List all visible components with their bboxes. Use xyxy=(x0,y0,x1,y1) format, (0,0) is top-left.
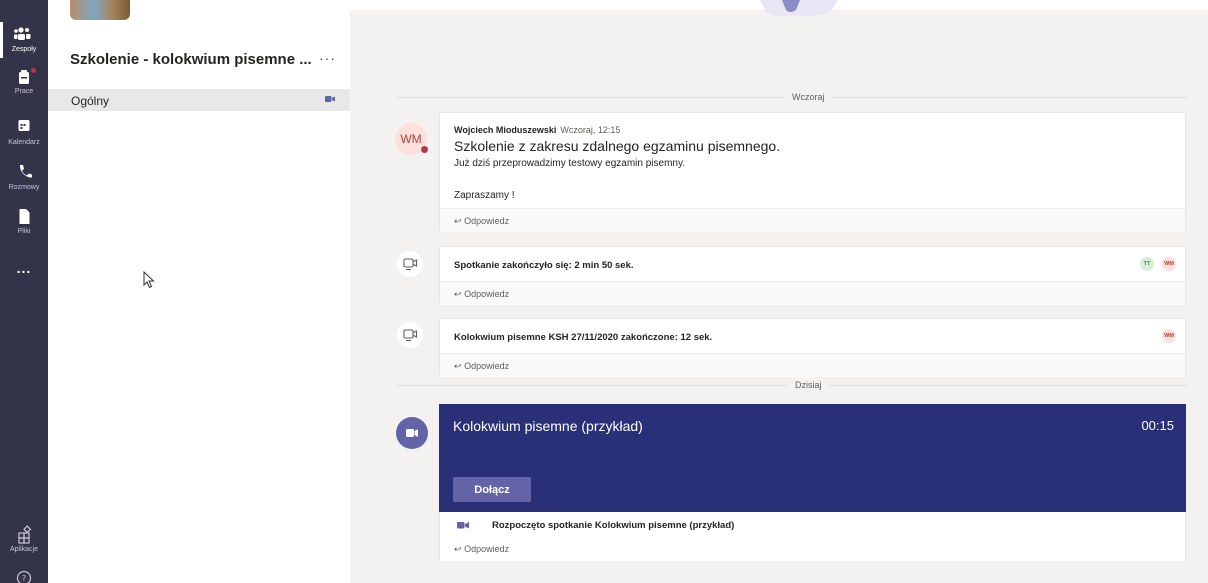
channel-name: Ogólny xyxy=(71,94,110,108)
mouse-cursor-icon xyxy=(143,271,155,289)
reply-button[interactable]: ↩ Odpowiedz xyxy=(440,281,1185,305)
reply-label: Odpowiedz xyxy=(464,544,510,554)
rail-item-label: Rozmowy xyxy=(8,184,40,191)
channel-panel: Szkolenie - kolokwium pisemne ... ··· Og… xyxy=(48,0,350,583)
calendar-icon xyxy=(18,120,30,131)
meeting-title: Kolokwium pisemne (przykład) xyxy=(453,418,643,434)
rail-item-assignments[interactable]: Prace xyxy=(0,67,48,96)
presence-busy-icon xyxy=(420,145,429,154)
rail-item-label: Pliki xyxy=(17,228,31,235)
notification-badge xyxy=(31,68,36,73)
rail-item-label: Kalendarz xyxy=(8,139,40,146)
join-meeting-button[interactable]: Dołącz xyxy=(453,477,531,502)
reply-arrow-icon: ↩ xyxy=(454,289,462,299)
reply-label: Odpowiedz xyxy=(464,361,510,371)
meeting-started-text[interactable]: Rozpoczęto spotkanie Kolokwium pisemne (… xyxy=(492,520,734,531)
video-camera-icon xyxy=(457,522,469,529)
reply-button[interactable]: ↩ Odpowiedz xyxy=(440,537,1185,561)
rail-item-calls[interactable]: Rozmowy xyxy=(0,163,48,192)
meeting-icon xyxy=(397,251,423,277)
participant-avatar[interactable]: TT xyxy=(1140,257,1154,271)
team-name[interactable]: Szkolenie - kolokwium pisemne ... xyxy=(70,51,312,68)
date-divider-label: Dzisiaj xyxy=(787,380,830,390)
team-more-options-button[interactable]: ··· xyxy=(319,50,336,66)
assignments-icon xyxy=(19,70,29,84)
rail-item-apps[interactable]: Aplikacje xyxy=(0,525,48,554)
meeting-summary[interactable]: Spotkanie zakończyło się: 2 min 50 sek. xyxy=(454,260,634,271)
rail-item-files[interactable]: Pliki xyxy=(0,207,48,236)
channel-illustration xyxy=(760,0,838,17)
channel-feed: Wczoraj WM Wojciech Mioduszewski Wczoraj,… xyxy=(350,0,1208,583)
more-apps-button[interactable]: ... xyxy=(0,260,48,276)
post-card: Wojciech Mioduszewski Wczoraj, 12:15 Szko… xyxy=(439,112,1186,232)
post-subject: Szkolenie z zakresu zdalnego egzaminu pi… xyxy=(454,138,781,154)
reply-label: Odpowiedz xyxy=(464,216,510,226)
reply-button[interactable]: ↩ Odpowiedz xyxy=(440,353,1185,377)
meeting-ended-card: Spotkanie zakończyło się: 2 min 50 sek. … xyxy=(439,246,1186,305)
reply-arrow-icon: ↩ xyxy=(454,544,462,554)
participant-avatar[interactable]: WM xyxy=(1162,257,1176,271)
meeting-timer: 00:15 xyxy=(1141,418,1174,433)
reply-button[interactable]: ↩ Odpowiedz xyxy=(440,208,1185,232)
phone-icon xyxy=(19,165,32,178)
post-timestamp: Wczoraj, 12:15 xyxy=(560,125,621,135)
post-body-line: Zapraszamy ! xyxy=(454,190,515,201)
post-body-line: Już dziś przeprowadzimy testowy egzamin … xyxy=(454,158,686,169)
rail-item-calendar[interactable]: Kalendarz xyxy=(0,118,48,147)
live-meeting-card: Kolokwium pisemne (przykład) 00:15 Dołąc… xyxy=(439,404,1186,512)
live-meeting-avatar xyxy=(396,417,428,449)
meeting-ended-card: Kolokwium pisemne KSH 27/11/2020 zakończ… xyxy=(439,318,1186,377)
rail-item-teams[interactable]: Zespoły xyxy=(0,25,48,54)
file-icon xyxy=(19,209,30,224)
rail-item-label: Prace xyxy=(14,88,34,95)
reply-arrow-icon: ↩ xyxy=(454,361,462,371)
video-camera-icon xyxy=(403,329,418,342)
rail-item-label: Zespoły xyxy=(11,46,37,53)
reply-arrow-icon: ↩ xyxy=(454,216,462,226)
rail-item-label: Aplikacje xyxy=(9,546,38,553)
video-camera-icon xyxy=(406,429,418,437)
channel-item-general[interactable]: Ogólny xyxy=(48,89,350,111)
video-camera-icon xyxy=(403,258,418,271)
video-camera-icon xyxy=(325,96,335,102)
participant-avatar[interactable]: WM xyxy=(1162,329,1176,343)
meeting-icon xyxy=(397,322,423,348)
svg-text:?: ? xyxy=(22,574,26,583)
help-icon[interactable]: ? xyxy=(16,570,32,583)
meeting-summary[interactable]: Kolokwium pisemne KSH 27/11/2020 zakończ… xyxy=(454,332,712,343)
teams-icon xyxy=(14,27,31,40)
post-author: Wojciech Mioduszewski Wczoraj, 12:15 xyxy=(454,125,620,135)
reply-label: Odpowiedz xyxy=(464,289,510,299)
author-name[interactable]: Wojciech Mioduszewski xyxy=(454,125,556,135)
date-divider-label: Wczoraj xyxy=(784,92,833,102)
live-meeting-footer: Rozpoczęto spotkanie Kolokwium pisemne (… xyxy=(439,512,1186,561)
team-logo[interactable] xyxy=(70,0,130,20)
app-rail: Zespoły Prace Kalendarz Rozmowy Pliki ..… xyxy=(0,0,48,583)
apps-icon xyxy=(18,525,32,544)
